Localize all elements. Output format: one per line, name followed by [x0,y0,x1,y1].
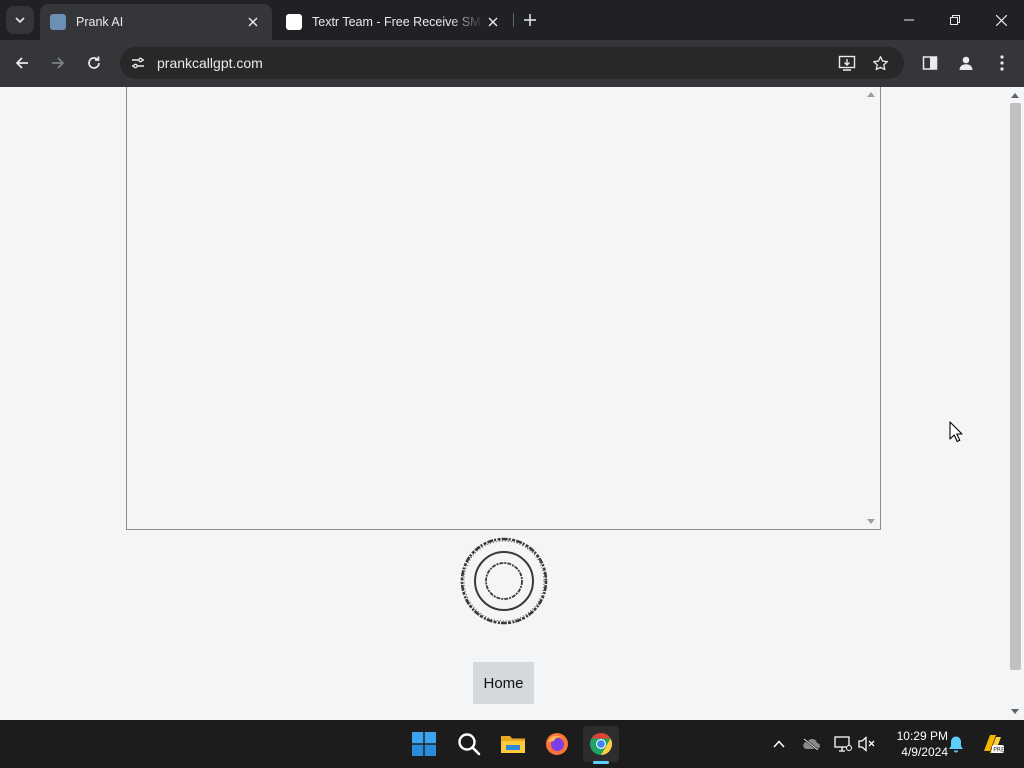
svg-text:PRE: PRE [993,747,1004,754]
browser-toolbar: prankcallgpt.com [0,40,1024,87]
windows-start-icon [412,732,436,756]
network-tray-button[interactable] [831,732,855,756]
firefox-icon [546,733,568,755]
tab-close-button[interactable] [244,13,262,31]
scroll-up-arrow[interactable] [1011,93,1019,98]
page-viewport: Home [0,87,1024,720]
tab-title: Prank AI [76,15,124,29]
reload-icon [88,56,100,69]
home-button[interactable]: Home [473,662,534,704]
onedrive-icon [803,738,820,751]
chrome-menu-button[interactable] [988,49,1016,77]
windows-taskbar: 10:29 PM 4/9/2024 PRE [0,720,1024,768]
side-panel-button[interactable] [916,49,944,77]
copilot-button[interactable]: PRE [980,732,1004,756]
new-tab-button[interactable] [519,9,541,31]
chrome-taskbar-button[interactable] [583,726,619,762]
back-button[interactable] [8,49,36,77]
forward-button[interactable] [44,49,72,77]
kebab-menu-icon [1000,55,1004,71]
reload-button[interactable] [80,49,108,77]
scroll-down-arrow[interactable] [1011,709,1019,714]
clock-date: 4/9/2024 [901,745,948,759]
active-app-indicator [593,761,609,764]
address-bar[interactable]: prankcallgpt.com [120,47,904,79]
folder-icon [501,736,525,753]
prank-ai-favicon-icon [50,14,66,30]
plus-icon [524,14,536,26]
scrollbar-thumb[interactable] [1010,103,1021,670]
chevron-down-icon [15,17,25,24]
mouse-cursor-icon [949,421,963,443]
profile-icon [959,56,973,70]
notification-bell-icon [949,736,963,753]
tab-prank-ai[interactable]: Prank AI [40,4,272,40]
restore-icon [950,15,960,25]
install-app-icon [838,55,856,71]
network-icon [834,736,852,752]
bookmark-button[interactable] [868,51,892,75]
close-icon [488,17,498,27]
file-explorer-button[interactable] [495,726,531,762]
minimize-button[interactable] [886,0,932,40]
tab-textr-team[interactable]: Textr Team - Free Receive SMS Online [276,4,512,40]
show-hidden-icons-button[interactable] [767,732,791,756]
forward-arrow-icon [52,57,65,69]
onedrive-tray-button[interactable] [799,732,823,756]
firefox-button[interactable] [539,726,575,762]
tab-search-button[interactable] [6,6,34,34]
minimize-icon [904,19,914,21]
loading-spinner-icon [460,537,548,625]
chat-scroll-down-arrow[interactable] [867,519,875,524]
tab-separator [513,13,514,27]
install-app-button[interactable] [835,51,859,75]
site-info-button[interactable] [126,51,150,75]
tune-icon [132,57,144,69]
close-window-button[interactable] [978,0,1024,40]
side-panel-icon [922,56,938,70]
textr-favicon-icon [286,14,302,30]
chrome-icon [590,733,613,755]
chat-scroll-up-arrow[interactable] [867,92,875,97]
back-arrow-icon [15,57,28,69]
taskbar-search-button[interactable] [451,726,487,762]
page-scrollbar[interactable] [1007,87,1024,720]
tab-title: Textr Team - Free Receive SMS Online [312,15,484,29]
search-icon [458,733,481,756]
star-icon [872,55,888,70]
url-text[interactable]: prankcallgpt.com [157,55,263,71]
chevron-up-icon [773,740,785,748]
volume-tray-button[interactable] [855,732,879,756]
system-clock[interactable]: 10:29 PM 4/9/2024 [884,728,948,760]
close-icon [248,17,258,27]
copilot-icon: PRE [984,735,1004,754]
start-button[interactable] [406,726,442,762]
volume-mute-icon [858,736,875,752]
restore-button[interactable] [932,0,978,40]
notifications-button[interactable] [944,732,968,756]
clock-time: 10:29 PM [896,729,948,743]
chat-log-textarea[interactable] [126,87,881,530]
profile-button[interactable] [952,49,980,77]
tab-close-button[interactable] [484,13,502,31]
close-icon [995,14,1007,26]
tab-strip: Prank AI Textr Team - Free Receive SMS O… [0,0,1024,40]
